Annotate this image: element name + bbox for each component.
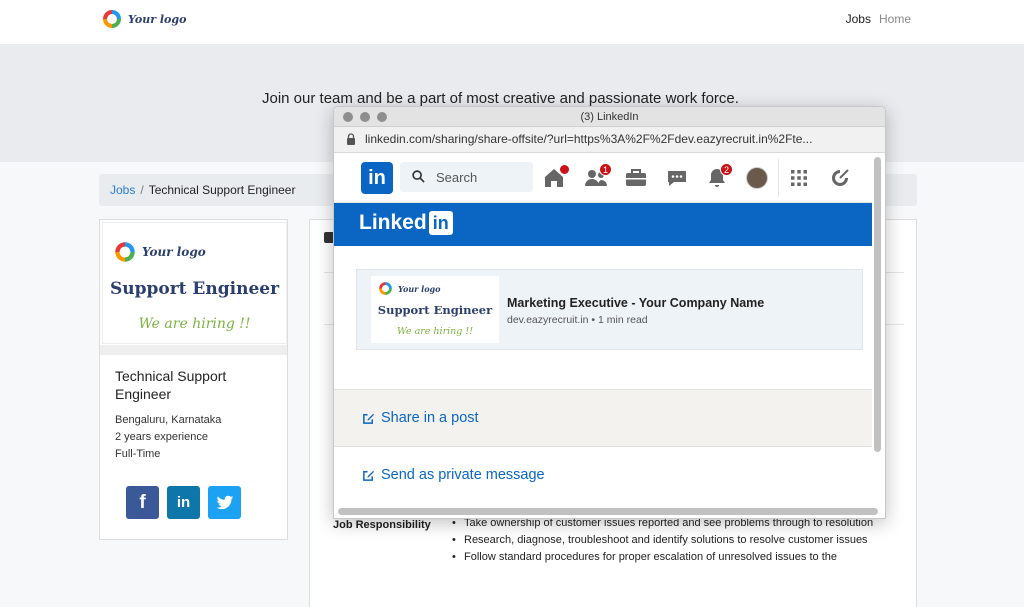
send-private-message-option[interactable]: Send as private message bbox=[334, 447, 872, 505]
thumb-hiring-text: We are hiring !! bbox=[396, 326, 474, 337]
window-titlebar[interactable]: (3) LinkedIn bbox=[334, 107, 885, 127]
linkedin-share-button[interactable]: in bbox=[167, 486, 200, 519]
hero-tagline: Join our team and be a part of most crea… bbox=[262, 90, 739, 107]
job-responsibility-label: Job Responsibility bbox=[333, 519, 431, 531]
breadcrumb-current: Technical Support Engineer bbox=[148, 183, 296, 197]
preview-subtitle: dev.eazyrecruit.in • 1 min read bbox=[507, 314, 648, 326]
url-text: linkedin.com/sharing/share-offsite/?url=… bbox=[365, 132, 813, 146]
my-network-icon[interactable]: 1 bbox=[584, 163, 612, 190]
send-private-label: Send as private message bbox=[381, 467, 545, 483]
linkedin-header-banner: Linked in bbox=[334, 203, 872, 246]
logo-text: Your logo bbox=[128, 12, 187, 26]
linkedin-wordmark: Linked in bbox=[359, 211, 453, 235]
lock-icon bbox=[347, 133, 355, 145]
divider bbox=[778, 159, 779, 197]
logo-swirl-icon bbox=[103, 10, 121, 28]
learning-icon[interactable] bbox=[828, 166, 852, 190]
preview-title: Marketing Executive - Your Company Name bbox=[507, 296, 765, 310]
banner-hiring-text: We are hiring !! bbox=[138, 316, 251, 332]
linkedin-search-input[interactable]: Search bbox=[400, 162, 533, 192]
nav-home-link[interactable]: Home bbox=[879, 12, 911, 26]
job-experience: 2 years experience bbox=[115, 431, 208, 443]
job-responsibility-list: Take ownership of customer issues report… bbox=[450, 515, 895, 566]
breadcrumb-separator: / bbox=[140, 183, 144, 197]
search-placeholder: Search bbox=[436, 170, 478, 185]
compass-icon bbox=[832, 169, 849, 186]
thumb-logo-text: Your logo bbox=[398, 283, 441, 294]
linkedin-share-popup: (3) LinkedIn linkedin.com/sharing/share-… bbox=[333, 106, 886, 519]
twitter-share-button[interactable] bbox=[208, 486, 241, 519]
logo-swirl-icon bbox=[379, 282, 392, 295]
thumb-logo: Your logo bbox=[377, 280, 440, 297]
linkedin-nav: in Search 1 2 bbox=[334, 153, 872, 203]
logo-swirl-icon bbox=[115, 242, 135, 262]
job-banner-image: Your logo Support Engineer We are hiring… bbox=[102, 222, 287, 344]
grid-icon bbox=[791, 170, 807, 186]
horizontal-scrollbar[interactable] bbox=[338, 508, 878, 515]
edit-icon bbox=[363, 413, 375, 424]
banner-logo: Your logo bbox=[112, 239, 206, 265]
list-item: Research, diagnose, troubleshoot and ide… bbox=[450, 532, 895, 549]
share-in-post-label: Share in a post bbox=[381, 410, 479, 426]
top-navbar: Your logo Jobs Home bbox=[0, 0, 1024, 44]
messaging-icon[interactable] bbox=[665, 166, 689, 190]
vertical-scrollbar[interactable] bbox=[874, 157, 881, 452]
job-type: Full-Time bbox=[115, 448, 161, 460]
notifications-icon[interactable]: 2 bbox=[705, 163, 733, 190]
search-icon bbox=[412, 170, 425, 183]
job-summary-card: Your logo Support Engineer We are hiring… bbox=[99, 219, 288, 540]
job-location: Bengaluru, Karnataka bbox=[115, 414, 222, 426]
thumb-title: Support Engineer bbox=[377, 303, 493, 317]
home-new-dot bbox=[559, 164, 570, 175]
divider bbox=[100, 345, 287, 355]
banner-logo-text: Your logo bbox=[142, 245, 206, 259]
jobs-icon[interactable] bbox=[624, 166, 648, 190]
preview-thumbnail: Your logo Support Engineer We are hiring… bbox=[371, 276, 499, 343]
twitter-icon bbox=[216, 495, 233, 509]
avatar[interactable] bbox=[746, 167, 768, 189]
facebook-share-button[interactable]: f bbox=[126, 486, 159, 519]
address-bar[interactable]: linkedin.com/sharing/share-offsite/?url=… bbox=[334, 127, 885, 153]
edit-icon bbox=[363, 470, 375, 481]
job-title: Technical Support Engineer bbox=[115, 368, 227, 402]
briefcase-icon bbox=[626, 169, 646, 186]
notifications-badge: 2 bbox=[720, 163, 733, 176]
breadcrumb-jobs-link[interactable]: Jobs bbox=[110, 183, 135, 197]
linkedin-in-icon: in bbox=[428, 211, 453, 235]
chat-bubble-icon bbox=[668, 171, 686, 186]
home-icon[interactable] bbox=[542, 164, 570, 190]
banner-title: Support Engineer bbox=[109, 279, 280, 299]
apps-grid-icon[interactable] bbox=[787, 166, 811, 190]
site-logo[interactable]: Your logo bbox=[100, 7, 186, 31]
list-item: Follow standard procedures for proper es… bbox=[450, 549, 895, 566]
facebook-icon: f bbox=[139, 491, 146, 513]
nav-jobs-link[interactable]: Jobs bbox=[846, 12, 871, 26]
network-badge: 1 bbox=[599, 163, 612, 176]
share-preview-card[interactable]: Your logo Support Engineer We are hiring… bbox=[356, 269, 863, 350]
linkedin-logo-icon[interactable]: in bbox=[361, 162, 393, 194]
share-in-post-option[interactable]: Share in a post bbox=[334, 389, 872, 447]
window-title: (3) LinkedIn bbox=[580, 111, 639, 123]
nav-links: Jobs Home bbox=[846, 12, 911, 26]
linkedin-icon: in bbox=[176, 494, 191, 511]
